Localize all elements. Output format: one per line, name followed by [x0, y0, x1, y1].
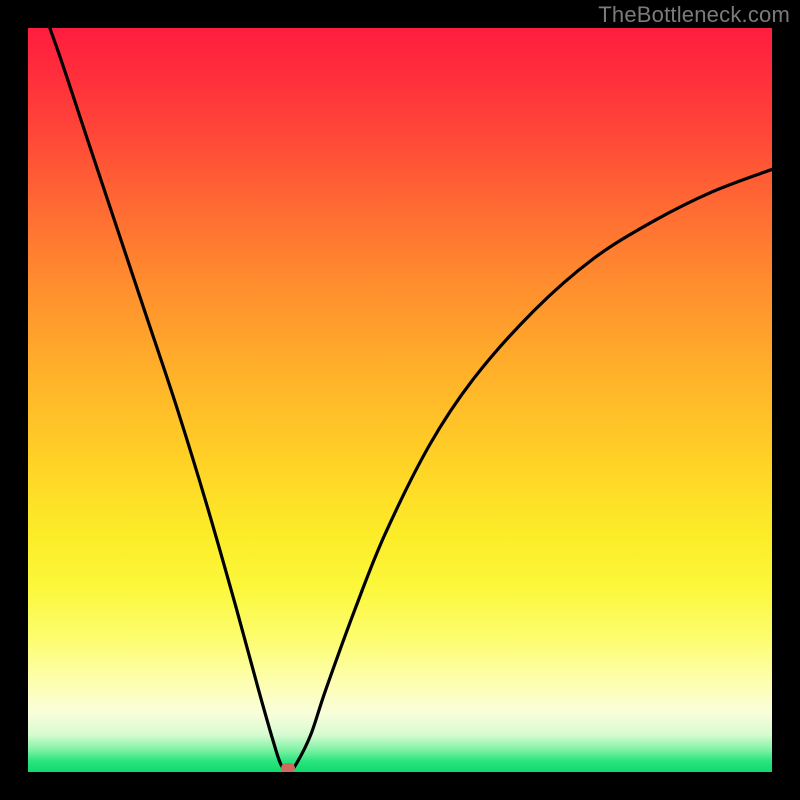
watermark-text: TheBottleneck.com — [598, 2, 790, 28]
chart-frame: TheBottleneck.com — [0, 0, 800, 800]
curve-svg — [28, 28, 772, 772]
plot-area — [28, 28, 772, 772]
minimum-marker — [281, 763, 295, 772]
bottleneck-curve-path — [28, 28, 772, 772]
